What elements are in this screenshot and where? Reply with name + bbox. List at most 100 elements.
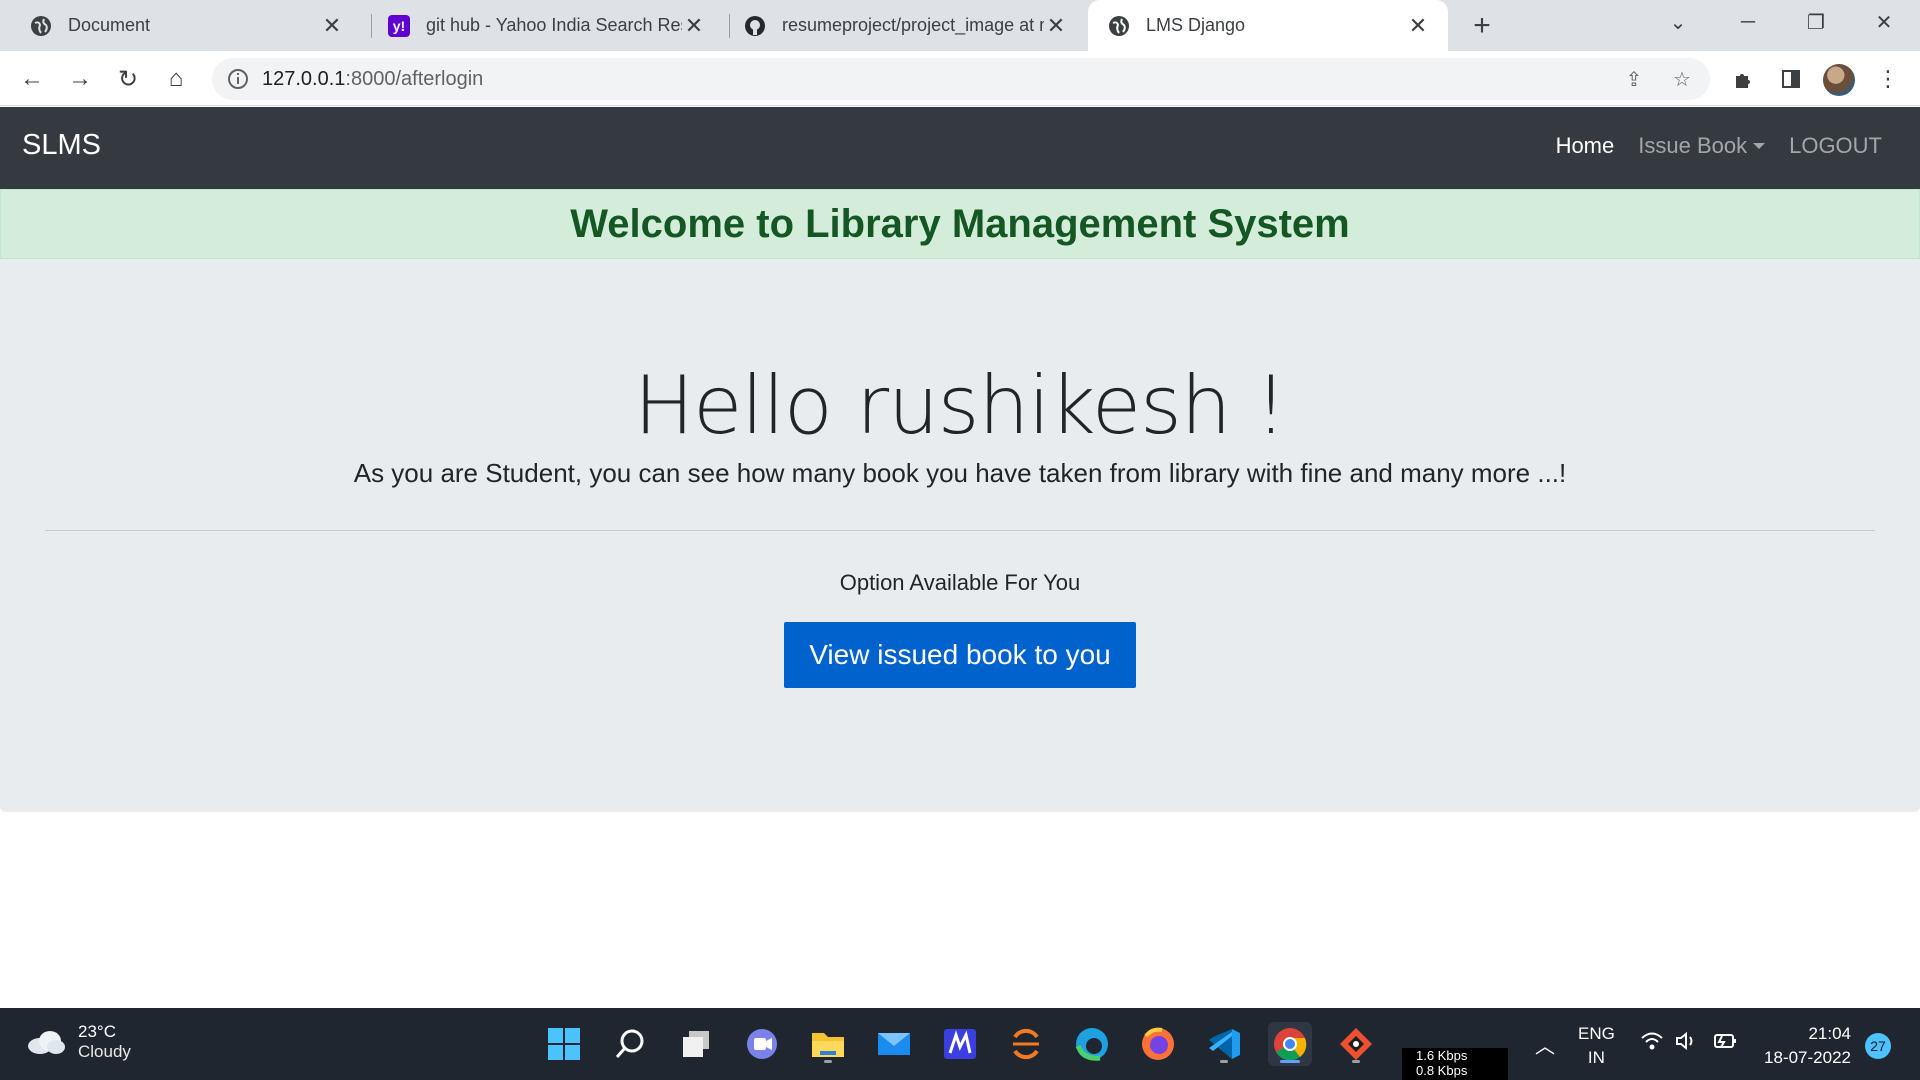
- welcome-alert: Welcome to Library Management System: [0, 189, 1920, 259]
- battery-icon[interactable]: [1712, 1030, 1738, 1057]
- menu-kebab-icon[interactable]: ⋮: [1872, 63, 1904, 95]
- profile-avatar[interactable]: [1823, 64, 1855, 96]
- extensions-icon[interactable]: [1728, 63, 1760, 95]
- new-tab-button[interactable]: +: [1466, 9, 1498, 42]
- tab-github[interactable]: resumeproject/project_image at m ✕: [724, 0, 1086, 51]
- weather-widget[interactable]: 23°C Cloudy: [26, 1022, 131, 1062]
- site-navbar: SLMS Home Issue Book LOGOUT: [0, 107, 1920, 189]
- home-button[interactable]: ⌂: [156, 59, 196, 99]
- reload-button[interactable]: ↻: [108, 59, 148, 99]
- weather-text: 23°C Cloudy: [78, 1022, 131, 1062]
- cloud-icon: [28, 1031, 65, 1054]
- divider: [45, 530, 1875, 531]
- nav-issue-book-label: Issue Book: [1638, 133, 1748, 158]
- tab-document[interactable]: Document ✕: [0, 0, 362, 51]
- app-m-icon: [944, 1029, 976, 1059]
- url-host: 127.0.0.1: [262, 68, 346, 90]
- eclipse-icon: [1013, 1029, 1039, 1059]
- view-issued-books-button[interactable]: View issued book to you: [784, 622, 1136, 688]
- nav-issue-book-dropdown[interactable]: Issue Book: [1638, 133, 1766, 159]
- vscode-button[interactable]: [1202, 1022, 1246, 1066]
- close-tab-icon[interactable]: ✕: [682, 13, 706, 38]
- chrome-icon: [1274, 1028, 1307, 1061]
- language-indicator[interactable]: ENG IN: [1578, 1022, 1615, 1070]
- vscode-icon: [1209, 1029, 1240, 1059]
- tab-lms-django[interactable]: LMS Django ✕: [1088, 0, 1448, 51]
- git-gui-button[interactable]: [1334, 1022, 1378, 1066]
- url-text: 127.0.0.1:8000/afterlogin: [262, 68, 483, 91]
- nav-home-link[interactable]: Home: [1556, 133, 1615, 159]
- options-label: Option Available For You: [839, 570, 1081, 595]
- task-view-icon: [683, 1031, 709, 1057]
- tab-title: LMS Django: [1146, 15, 1246, 35]
- weather-temp: 23°C: [78, 1022, 116, 1041]
- notification-badge[interactable]: 27: [1865, 1033, 1891, 1059]
- running-indicator: [1220, 1060, 1228, 1063]
- url-path: :8000/afterlogin: [345, 68, 484, 90]
- greeting-heading: Hello rushikesh !: [634, 359, 1287, 452]
- bookmark-star-icon[interactable]: ☆: [1670, 67, 1694, 91]
- brand-logo[interactable]: SLMS: [22, 129, 101, 162]
- info-icon[interactable]: [226, 67, 250, 91]
- restore-button[interactable]: ❐: [1788, 0, 1844, 44]
- mail-icon: [878, 1033, 910, 1055]
- task-view-button[interactable]: [674, 1022, 718, 1066]
- close-tab-icon[interactable]: ✕: [320, 13, 344, 38]
- folder-icon: [812, 1033, 844, 1057]
- share-icon[interactable]: ⇪: [1622, 67, 1646, 91]
- mail-button[interactable]: [872, 1022, 916, 1066]
- windows-taskbar: 23°C Cloudy 1.6 Kbps 0.8 Kbps ︿ ENG IN 2…: [0, 1008, 1920, 1080]
- show-hidden-icons-chevron[interactable]: ︿: [1535, 1030, 1555, 1059]
- firefox-button[interactable]: [1136, 1022, 1180, 1066]
- running-indicator: [1280, 1060, 1300, 1063]
- windows-logo-icon: [548, 1028, 580, 1060]
- wifi-icon[interactable]: [1640, 1030, 1664, 1057]
- app-m-button[interactable]: [938, 1022, 982, 1066]
- system-clock[interactable]: 21:04 18-07-2022: [1755, 1022, 1851, 1070]
- side-panel-icon[interactable]: [1775, 63, 1807, 95]
- clock-time: 21:04: [1808, 1024, 1851, 1043]
- search-icon: [615, 1029, 644, 1058]
- upload-speed: 1.6 Kbps: [1416, 1048, 1468, 1063]
- running-indicator: [824, 1060, 832, 1063]
- welcome-heading: Welcome to Library Management System: [570, 201, 1350, 246]
- tab-title: git hub - Yahoo India Search Resu: [426, 15, 682, 35]
- download-speed: 0.8 Kbps: [1416, 1063, 1468, 1078]
- back-button[interactable]: ←: [12, 59, 52, 99]
- close-window-button[interactable]: ✕: [1856, 0, 1912, 44]
- jumbotron: Hello rushikesh ! As you are Student, yo…: [0, 259, 1920, 812]
- edge-button[interactable]: [1070, 1022, 1114, 1066]
- firefox-icon: [1142, 1027, 1174, 1060]
- lead-text: As you are Student, you can see how many…: [353, 458, 1567, 488]
- browser-toolbar: ← → ↻ ⌂ 127.0.0.1:8000/afterlogin ⇪ ☆ ⋮: [0, 51, 1920, 106]
- search-button[interactable]: [608, 1022, 652, 1066]
- volume-icon[interactable]: [1674, 1030, 1698, 1057]
- eclipse-button[interactable]: [1004, 1022, 1048, 1066]
- region-code: IN: [1587, 1048, 1605, 1067]
- file-explorer-button[interactable]: [806, 1022, 850, 1066]
- forward-button[interactable]: →: [60, 59, 100, 99]
- globe-icon: [30, 15, 52, 37]
- tab-search-icon[interactable]: ⌄: [1650, 0, 1706, 44]
- yahoo-icon: y!: [388, 14, 410, 37]
- address-bar[interactable]: 127.0.0.1:8000/afterlogin ⇪ ☆: [212, 58, 1710, 100]
- github-icon: [744, 15, 766, 37]
- start-button[interactable]: [542, 1022, 586, 1066]
- nav-links: Home Issue Book LOGOUT: [1532, 133, 1882, 159]
- nav-logout-link[interactable]: LOGOUT: [1789, 133, 1882, 159]
- caret-down-icon: [1753, 143, 1766, 149]
- close-tab-icon[interactable]: ✕: [1044, 13, 1068, 38]
- git-icon: [1340, 1028, 1372, 1060]
- teams-chat-button[interactable]: [740, 1022, 784, 1066]
- running-indicator: [1352, 1060, 1360, 1063]
- tab-title: resumeproject/project_image at m: [782, 15, 1044, 35]
- language-code: ENG: [1578, 1024, 1615, 1043]
- edge-icon: [1075, 1028, 1108, 1061]
- weather-desc: Cloudy: [78, 1042, 131, 1061]
- close-tab-icon[interactable]: ✕: [1406, 13, 1430, 38]
- minimize-button[interactable]: ─: [1720, 0, 1776, 44]
- globe-icon: [1108, 15, 1130, 37]
- tab-yahoo-search[interactable]: y! git hub - Yahoo India Search Resu ✕: [362, 0, 724, 51]
- network-monitor: 1.6 Kbps 0.8 Kbps: [1402, 1048, 1508, 1080]
- chrome-button[interactable]: [1268, 1022, 1312, 1066]
